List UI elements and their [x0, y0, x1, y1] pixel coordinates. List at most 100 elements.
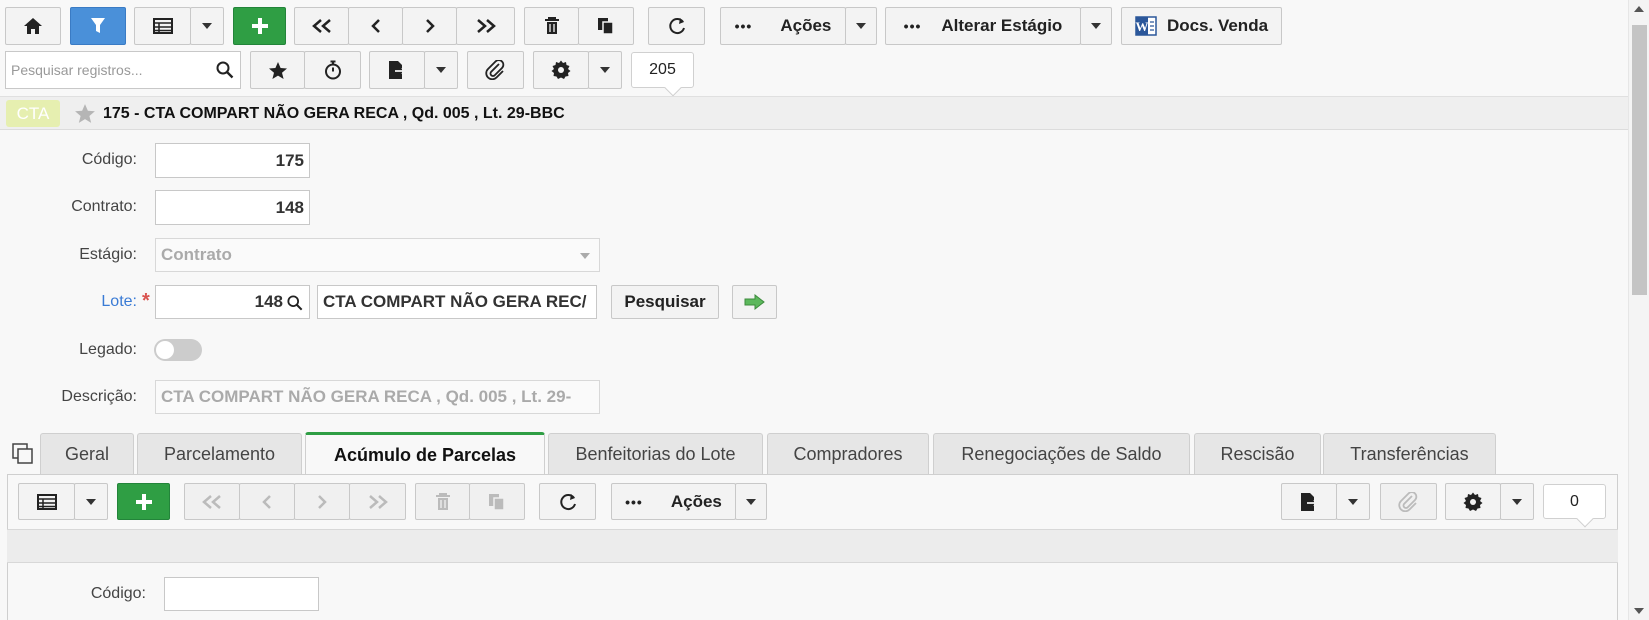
more-icon: •••	[734, 18, 753, 34]
copy-icon	[489, 493, 505, 511]
tab-parcelamento[interactable]: Parcelamento	[137, 433, 302, 474]
sub-copy-button[interactable]	[469, 483, 525, 520]
go-to-lote-button[interactable]	[732, 285, 777, 319]
alterar-estagio-label: Alterar Estágio	[941, 16, 1063, 35]
filter-button[interactable]	[70, 7, 126, 45]
sub-acoes-dropdown[interactable]	[735, 483, 767, 520]
sub-previous-record-button[interactable]	[239, 483, 295, 520]
duplicate-window-icon[interactable]	[12, 443, 34, 465]
docs-venda-button[interactable]: W Docs. Venda	[1121, 7, 1282, 45]
page-scrollbar[interactable]	[1628, 0, 1649, 620]
acoes-dropdown[interactable]	[845, 7, 877, 45]
contrato-field[interactable]: 148	[155, 190, 310, 225]
descricao-field[interactable]: CTA COMPART NÃO GERA RECA , Qd. 005 , Lt…	[155, 380, 600, 414]
sub-delete-button[interactable]	[415, 483, 470, 520]
contrato-label: Contrato:	[71, 198, 137, 215]
lote-description-field[interactable]: CTA COMPART NÃO GERA REC/	[317, 285, 597, 319]
attachment-button[interactable]	[467, 51, 524, 89]
settings-button[interactable]	[533, 51, 589, 89]
pesquisar-button[interactable]: Pesquisar	[611, 285, 719, 319]
chevron-down-icon	[1512, 498, 1522, 505]
sub-next-record-button[interactable]	[294, 483, 350, 520]
scrollbar-thumb[interactable]	[1632, 25, 1647, 295]
status-badge: CTA	[6, 100, 60, 127]
previous-record-button[interactable]	[348, 7, 403, 45]
delete-button[interactable]	[524, 7, 579, 45]
scroll-down-icon[interactable]	[1634, 608, 1644, 614]
sub-record-count-value: 0	[1570, 492, 1579, 510]
lote-code-field[interactable]: 148	[155, 285, 310, 319]
star-icon[interactable]	[74, 103, 96, 124]
sub-grid-view-dropdown[interactable]	[74, 483, 108, 520]
search-box[interactable]	[5, 51, 241, 89]
trash-icon	[435, 492, 450, 510]
plus-icon	[251, 18, 268, 34]
sub-report-dropdown[interactable]	[1336, 483, 1370, 520]
sub-report-button[interactable]	[1281, 483, 1337, 520]
lote-code-value: 148	[254, 292, 283, 311]
settings-dropdown[interactable]	[588, 51, 622, 89]
sub-codigo-field[interactable]	[164, 577, 319, 611]
pesquisar-label: Pesquisar	[624, 292, 706, 311]
acoes-button[interactable]: ••• Ações	[720, 7, 846, 45]
chevron-right-icon	[318, 494, 327, 509]
more-icon: •••	[903, 18, 922, 34]
descricao-label: Descrição:	[61, 388, 137, 405]
report-button[interactable]	[369, 51, 425, 89]
trash-icon	[544, 17, 559, 34]
filter-icon	[91, 18, 105, 33]
new-record-button[interactable]	[233, 7, 286, 45]
estagio-select[interactable]: Contrato	[155, 238, 600, 272]
gear-icon	[1463, 492, 1483, 511]
search-icon[interactable]	[216, 61, 234, 79]
chevron-down-icon	[1091, 23, 1101, 29]
plus-icon	[135, 493, 152, 510]
chevron-down-icon	[856, 23, 866, 29]
tab-compradores[interactable]: Compradores	[767, 433, 929, 474]
chevron-down-icon	[1348, 498, 1358, 505]
first-record-button[interactable]	[294, 7, 349, 45]
timer-button[interactable]	[304, 51, 361, 89]
grid-view-dropdown[interactable]	[190, 7, 224, 45]
tab-acumulo-de-parcelas[interactable]: Acúmulo de Parcelas	[305, 432, 545, 475]
alterar-estagio-dropdown[interactable]	[1080, 7, 1112, 45]
home-button[interactable]	[5, 7, 61, 45]
report-dropdown[interactable]	[424, 51, 458, 89]
star-icon	[268, 61, 287, 79]
refresh-button[interactable]	[648, 7, 705, 45]
tab-transferencias[interactable]: Transferências	[1323, 433, 1496, 474]
sub-record-count: 0	[1543, 484, 1606, 528]
tab-renegociacoes-de-saldo[interactable]: Renegociações de Saldo	[933, 433, 1190, 474]
copy-button[interactable]	[578, 7, 634, 45]
favorite-button[interactable]	[250, 51, 305, 89]
tab-geral[interactable]: Geral	[40, 433, 134, 474]
codigo-field[interactable]: 175	[155, 143, 310, 178]
legado-toggle[interactable]	[154, 339, 202, 361]
tab-rescisao[interactable]: Rescisão	[1194, 433, 1321, 474]
sub-last-record-button[interactable]	[349, 483, 406, 520]
lote-label[interactable]: Lote:	[101, 293, 137, 311]
alterar-estagio-button[interactable]: ••• Alterar Estágio	[885, 7, 1081, 45]
last-record-button[interactable]	[456, 7, 515, 45]
tab-benfeitorias-do-lote[interactable]: Benfeitorias do Lote	[548, 433, 763, 474]
scroll-up-icon[interactable]	[1634, 6, 1644, 12]
sub-settings-dropdown[interactable]	[1500, 483, 1534, 520]
chevron-left-icon	[370, 19, 380, 33]
next-record-button[interactable]	[402, 7, 457, 45]
table-icon	[152, 18, 173, 34]
sub-attachment-button[interactable]	[1380, 483, 1437, 520]
sub-first-record-button[interactable]	[184, 483, 240, 520]
sub-acoes-button[interactable]: ••• Ações	[611, 483, 736, 520]
sub-new-record-button[interactable]	[117, 483, 170, 520]
sub-refresh-button[interactable]	[539, 483, 596, 520]
sub-settings-button[interactable]	[1445, 483, 1501, 520]
home-icon	[24, 18, 42, 34]
sub-codigo-label: Código:	[90, 585, 146, 602]
table-icon	[36, 493, 57, 510]
paperclip-icon	[1397, 491, 1417, 512]
sub-grid-view-button[interactable]	[18, 483, 75, 520]
search-input[interactable]	[6, 52, 206, 88]
grid-view-button[interactable]	[134, 7, 191, 45]
search-icon[interactable]	[287, 295, 303, 311]
copy-icon	[598, 18, 614, 35]
